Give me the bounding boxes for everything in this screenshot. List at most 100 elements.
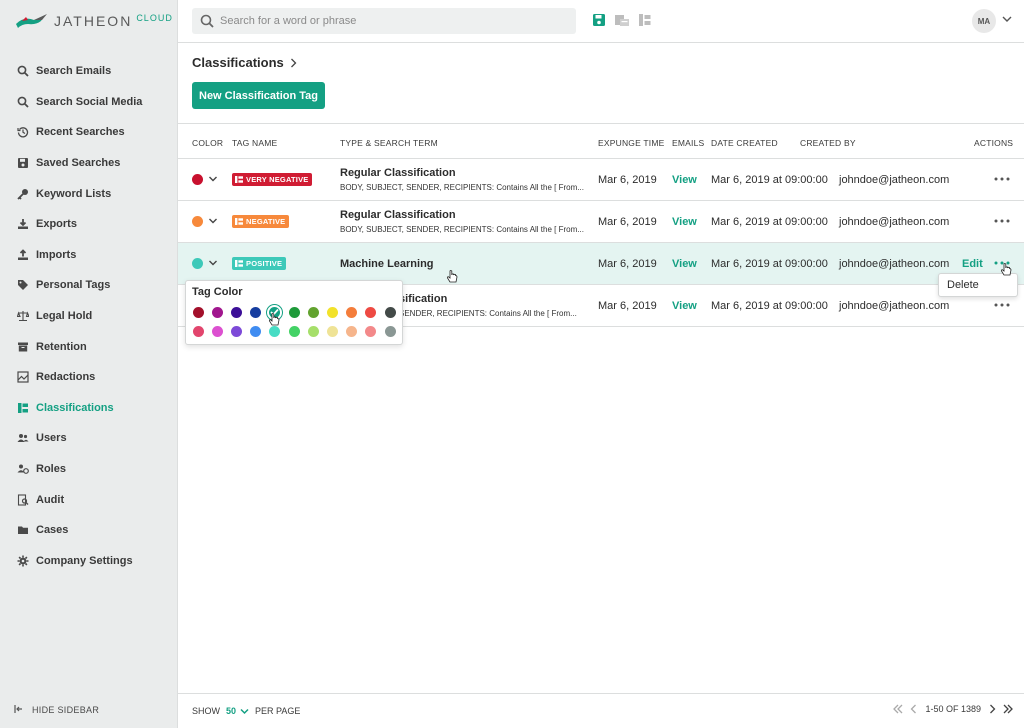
- date-created: Mar 6, 2019 at 09:00:00: [711, 258, 828, 270]
- tag-icon: [16, 278, 30, 292]
- audit-icon: [16, 493, 30, 507]
- color-swatch[interactable]: [384, 306, 396, 318]
- more-actions-icon[interactable]: [994, 174, 1010, 184]
- color-swatch[interactable]: [250, 325, 262, 337]
- date-created: Mar 6, 2019 at 09:00:00: [711, 174, 828, 186]
- search-box[interactable]: [192, 8, 576, 34]
- col-color: COLOR: [192, 138, 224, 148]
- color-dot[interactable]: [192, 174, 203, 185]
- col-actions: ACTIONS: [974, 138, 1014, 148]
- color-swatch[interactable]: [326, 325, 338, 337]
- color-swatch[interactable]: [211, 306, 223, 318]
- sidebar-item-label: Company Settings: [36, 554, 133, 567]
- sidebar-item-label: Legal Hold: [36, 310, 93, 323]
- check-icon: [270, 308, 279, 316]
- search-input[interactable]: [220, 15, 560, 27]
- color-swatch[interactable]: [288, 325, 300, 337]
- table-row[interactable]: VERY NEGATIVE Regular Classification BODY,…: [178, 159, 1024, 201]
- sidebar-item-imports[interactable]: Imports: [0, 240, 178, 271]
- created-by: johndoe@jatheon.com: [839, 300, 950, 312]
- color-dot[interactable]: [192, 258, 203, 269]
- color-swatch[interactable]: [365, 306, 377, 318]
- page-title[interactable]: Classifications: [192, 55, 284, 70]
- tag-label: POSITIVE: [246, 259, 283, 268]
- jatheon-logo-icon: [16, 14, 47, 28]
- sidebar-item-saved-searches[interactable]: Saved Searches: [0, 148, 178, 179]
- edit-link[interactable]: Edit: [962, 258, 983, 270]
- color-swatch[interactable]: [288, 306, 300, 318]
- sidebar-item-legal-hold[interactable]: Legal Hold: [0, 301, 178, 332]
- table-header: COLOR TAG NAME TYPE & SEARCH TERM EXPUNG…: [178, 123, 1024, 159]
- sidebar-item-roles[interactable]: Roles: [0, 454, 178, 485]
- color-dot[interactable]: [192, 216, 203, 227]
- color-swatch[interactable]: [230, 306, 242, 318]
- delete-menu-item[interactable]: Delete: [938, 273, 1018, 297]
- prev-page-icon[interactable]: [910, 704, 917, 714]
- sidebar-item-label: Keyword Lists: [36, 187, 112, 200]
- color-swatch[interactable]: [192, 306, 204, 318]
- tag-label: NEGATIVE: [246, 217, 286, 226]
- save-icon[interactable]: [592, 13, 606, 27]
- color-swatch[interactable]: [230, 325, 242, 337]
- next-page-icon[interactable]: [989, 704, 996, 714]
- color-swatch[interactable]: [365, 325, 377, 337]
- view-emails-link[interactable]: View: [672, 300, 697, 312]
- new-classification-tag-button[interactable]: New Classification Tag: [192, 82, 325, 109]
- sidebar-item-label: Saved Searches: [36, 157, 121, 170]
- sidebar-item-label: Exports: [36, 218, 77, 231]
- chevron-down-icon[interactable]: [208, 216, 218, 226]
- more-actions-icon[interactable]: [994, 216, 1010, 226]
- brand-logo[interactable]: JATHEON CLOUD: [14, 12, 173, 30]
- color-swatch[interactable]: [307, 325, 319, 337]
- color-swatch[interactable]: [192, 325, 204, 337]
- color-swatch[interactable]: [307, 306, 319, 318]
- sidebar-item-users[interactable]: Users: [0, 423, 178, 454]
- table-row[interactable]: NEGATIVE Regular Classification BODY, SUBJ…: [178, 201, 1024, 243]
- color-swatch[interactable]: [326, 306, 338, 318]
- classify-icon[interactable]: [638, 13, 652, 27]
- sidebar-item-search-emails[interactable]: Search Emails: [0, 56, 178, 87]
- created-by: johndoe@jatheon.com: [839, 216, 950, 228]
- color-swatch[interactable]: [384, 325, 396, 337]
- date-created: Mar 6, 2019 at 09:00:00: [711, 216, 828, 228]
- col-emails: EMAILS: [672, 138, 705, 148]
- color-swatch[interactable]: [211, 325, 223, 337]
- hide-sidebar-button[interactable]: HIDE SIDEBAR: [14, 704, 99, 716]
- expunge-time: Mar 6, 2019: [598, 258, 657, 270]
- color-swatch-selected[interactable]: [267, 304, 283, 320]
- sidebar-item-keyword-lists[interactable]: Keyword Lists: [0, 178, 178, 209]
- sidebar-item-exports[interactable]: Exports: [0, 209, 178, 240]
- color-swatch[interactable]: [250, 306, 262, 318]
- sidebar-item-classifications[interactable]: Classifications: [0, 393, 178, 424]
- sidebar-item-recent-searches[interactable]: Recent Searches: [0, 117, 178, 148]
- per-page-value[interactable]: 50: [226, 706, 236, 716]
- chevron-down-icon[interactable]: [1002, 15, 1012, 23]
- chevron-down-icon[interactable]: [208, 174, 218, 184]
- color-swatch[interactable]: [346, 306, 358, 318]
- export-icon[interactable]: [614, 13, 630, 27]
- view-emails-link[interactable]: View: [672, 216, 697, 228]
- sidebar-item-personal-tags[interactable]: Personal Tags: [0, 270, 178, 301]
- sidebar-item-company-settings[interactable]: Company Settings: [0, 546, 178, 577]
- last-page-icon[interactable]: [1002, 704, 1014, 714]
- more-actions-icon[interactable]: [994, 258, 1010, 268]
- first-page-icon[interactable]: [892, 704, 904, 714]
- col-created-by: CREATED BY: [800, 138, 856, 148]
- table-row[interactable]: POSITIVE Machine Learning Mar 6, 2019 View M…: [178, 243, 1024, 285]
- color-swatch[interactable]: [346, 325, 358, 337]
- sidebar-item-search-social-media[interactable]: Search Social Media: [0, 87, 178, 118]
- sidebar-item-audit[interactable]: Audit: [0, 484, 178, 515]
- chevron-down-icon[interactable]: [240, 708, 249, 715]
- sidebar-item-redactions[interactable]: Redactions: [0, 362, 178, 393]
- view-emails-link[interactable]: View: [672, 174, 697, 186]
- chevron-down-icon[interactable]: [208, 258, 218, 268]
- sidebar-item-label: Roles: [36, 463, 66, 476]
- sidebar-item-label: Classifications: [36, 401, 114, 414]
- avatar[interactable]: MA: [972, 9, 996, 33]
- color-swatch[interactable]: [269, 325, 281, 337]
- per-page-selector[interactable]: SHOW 50 PER PAGE: [192, 706, 300, 716]
- sidebar-item-cases[interactable]: Cases: [0, 515, 178, 546]
- view-emails-link[interactable]: View: [672, 258, 697, 270]
- sidebar-item-retention[interactable]: Retention: [0, 331, 178, 362]
- more-actions-icon[interactable]: [994, 300, 1010, 310]
